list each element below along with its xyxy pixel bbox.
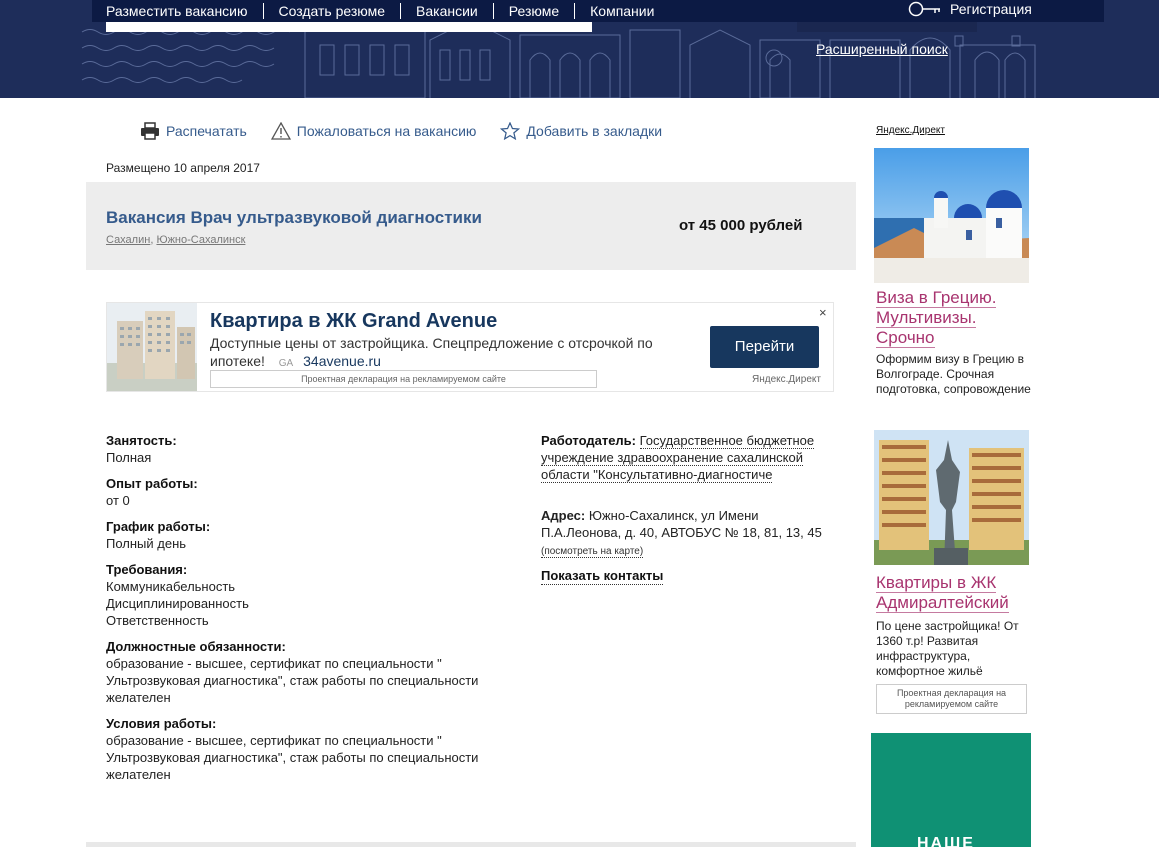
- top-navigation: Разместить вакансию Создать резюме Вакан…: [92, 0, 670, 22]
- vacancy-header: Вакансия Врач ультразвуковой диагностики…: [86, 182, 856, 270]
- inline-ad-title[interactable]: Квартира в ЖК Grand Avenue: [210, 310, 497, 333]
- employment-label: Занятость:: [106, 433, 177, 448]
- employer-info: Работодатель: Государственное бюджетное …: [541, 432, 841, 483]
- experience-value: от 0: [106, 493, 130, 508]
- apartments-photo[interactable]: [874, 430, 1029, 565]
- inline-ad-yandex-direct[interactable]: Яндекс.Директ: [752, 374, 821, 385]
- greece-ad-title[interactable]: Виза в Грецию. Мультивизы. Срочно: [876, 288, 1036, 348]
- bookmark-label: Добавить в закладки: [526, 123, 663, 139]
- employer-label: Работодатель:: [541, 433, 636, 448]
- nav-companies[interactable]: Компании: [575, 3, 669, 19]
- register-link[interactable]: Регистрация: [908, 0, 1032, 18]
- nav-create-resume[interactable]: Создать резюме: [264, 3, 402, 19]
- greece-ad-text: Оформим визу в Грецию в Волгограде. Сроч…: [876, 352, 1031, 396]
- teal-banner-text: НАШЕ: [917, 835, 975, 847]
- print-button[interactable]: Распечатать: [140, 122, 247, 140]
- inline-ad-description: Доступные цены от застройщика. Спецпредл…: [210, 334, 670, 373]
- search-button[interactable]: [797, 22, 977, 32]
- inline-ad-declaration[interactable]: Проектная декларация на рекламируемом са…: [210, 370, 597, 388]
- yandex-direct-link[interactable]: Яндекс.Директ: [876, 125, 945, 136]
- nav-resumes[interactable]: Резюме: [494, 3, 576, 19]
- apartments-ad-title[interactable]: Квартиры в ЖК Адмиралтейский: [876, 573, 1036, 613]
- vacancy-details: Занятость: Полная Опыт работы: от 0 Граф…: [106, 432, 526, 792]
- employment-value: Полная: [106, 450, 152, 465]
- conditions-value: образование - высшее, сертификат по спец…: [106, 733, 479, 782]
- site-header: Разместить вакансию Создать резюме Вакан…: [0, 0, 1159, 98]
- requirements-list: Коммуникабельность Дисциплинированность …: [106, 578, 526, 629]
- search-input[interactable]: [106, 22, 592, 32]
- key-icon: [908, 1, 940, 17]
- employer-block: Работодатель: Государственное бюджетное …: [541, 432, 841, 585]
- requirement-item: Дисциплинированность: [106, 596, 249, 611]
- duties-value: образование - высшее, сертификат по спец…: [106, 656, 479, 705]
- vacancy-salary: от 45 000 рублей: [679, 217, 803, 234]
- warning-icon: [270, 122, 291, 140]
- map-link[interactable]: (посмотреть на карте): [541, 546, 644, 558]
- nav-post-vacancy[interactable]: Разместить вакансию: [92, 3, 264, 19]
- complain-label: Пожаловаться на вакансию: [296, 123, 477, 139]
- city-link[interactable]: Южно-Сахалинск: [156, 234, 245, 246]
- complain-button[interactable]: Пожаловаться на вакансию: [270, 122, 477, 140]
- experience-label: Опыт работы:: [106, 476, 198, 491]
- bottom-panel: [86, 842, 856, 847]
- inline-ad-ga-mark: GA: [278, 358, 294, 369]
- address-info: Адрес: Южно-Сахалинск, ул Имени П.А.Леон…: [541, 507, 841, 560]
- vacancy-title[interactable]: Вакансия Врач ультразвуковой диагностики: [106, 208, 482, 228]
- schedule-label: График работы:: [106, 519, 211, 534]
- inline-ad-domain[interactable]: 34avenue.ru: [303, 353, 381, 369]
- schedule-value: Полный день: [106, 536, 187, 551]
- greece-photo[interactable]: [874, 148, 1029, 283]
- print-label: Распечатать: [166, 123, 247, 139]
- inline-ad-go-button[interactable]: Перейти: [710, 326, 819, 368]
- vacancy-toolbar: Распечатать Пожаловаться на вакансию Доб…: [140, 122, 686, 140]
- greece-ad-title-text: Виза в Грецию. Мультивизы. Срочно: [876, 288, 997, 348]
- requirement-item: Ответственность: [106, 613, 209, 628]
- posted-date: Размещено 10 апреля 2017: [106, 161, 260, 175]
- bookmark-button[interactable]: Добавить в закладки: [500, 122, 662, 140]
- register-label: Регистрация: [950, 1, 1032, 17]
- nav-vacancies[interactable]: Вакансии: [401, 3, 494, 19]
- conditions-label: Условия работы:: [106, 716, 217, 731]
- duties-label: Должностные обязанности:: [106, 639, 286, 654]
- vacancy-location: Сахалин, Южно-Сахалинск: [106, 234, 246, 246]
- requirements-label: Требования:: [106, 562, 188, 577]
- apartments-ad-declaration[interactable]: Проектная декларация на рекламируемом са…: [876, 684, 1027, 714]
- printer-icon: [141, 122, 159, 140]
- apartments-ad-title-text: Квартиры в ЖК Адмиралтейский: [876, 573, 1009, 613]
- region-link[interactable]: Сахалин: [106, 234, 150, 246]
- advanced-search-link[interactable]: Расширенный поиск: [816, 41, 948, 57]
- star-icon: [500, 122, 521, 140]
- close-icon[interactable]: ×: [819, 305, 827, 320]
- address-label: Адрес:: [541, 508, 586, 523]
- inline-ad[interactable]: Квартира в ЖК Grand Avenue Доступные цен…: [106, 302, 834, 392]
- show-contacts-button[interactable]: Показать контакты: [541, 568, 664, 585]
- teal-banner-ad[interactable]: НАШЕ: [871, 733, 1031, 847]
- inline-ad-text: Доступные цены от застройщика. Спецпредл…: [210, 335, 653, 369]
- apartments-ad-text: По цене застройщика! От 1360 т.р! Развит…: [876, 619, 1019, 678]
- building-photo: [107, 303, 197, 391]
- requirement-item: Коммуникабельность: [106, 579, 236, 594]
